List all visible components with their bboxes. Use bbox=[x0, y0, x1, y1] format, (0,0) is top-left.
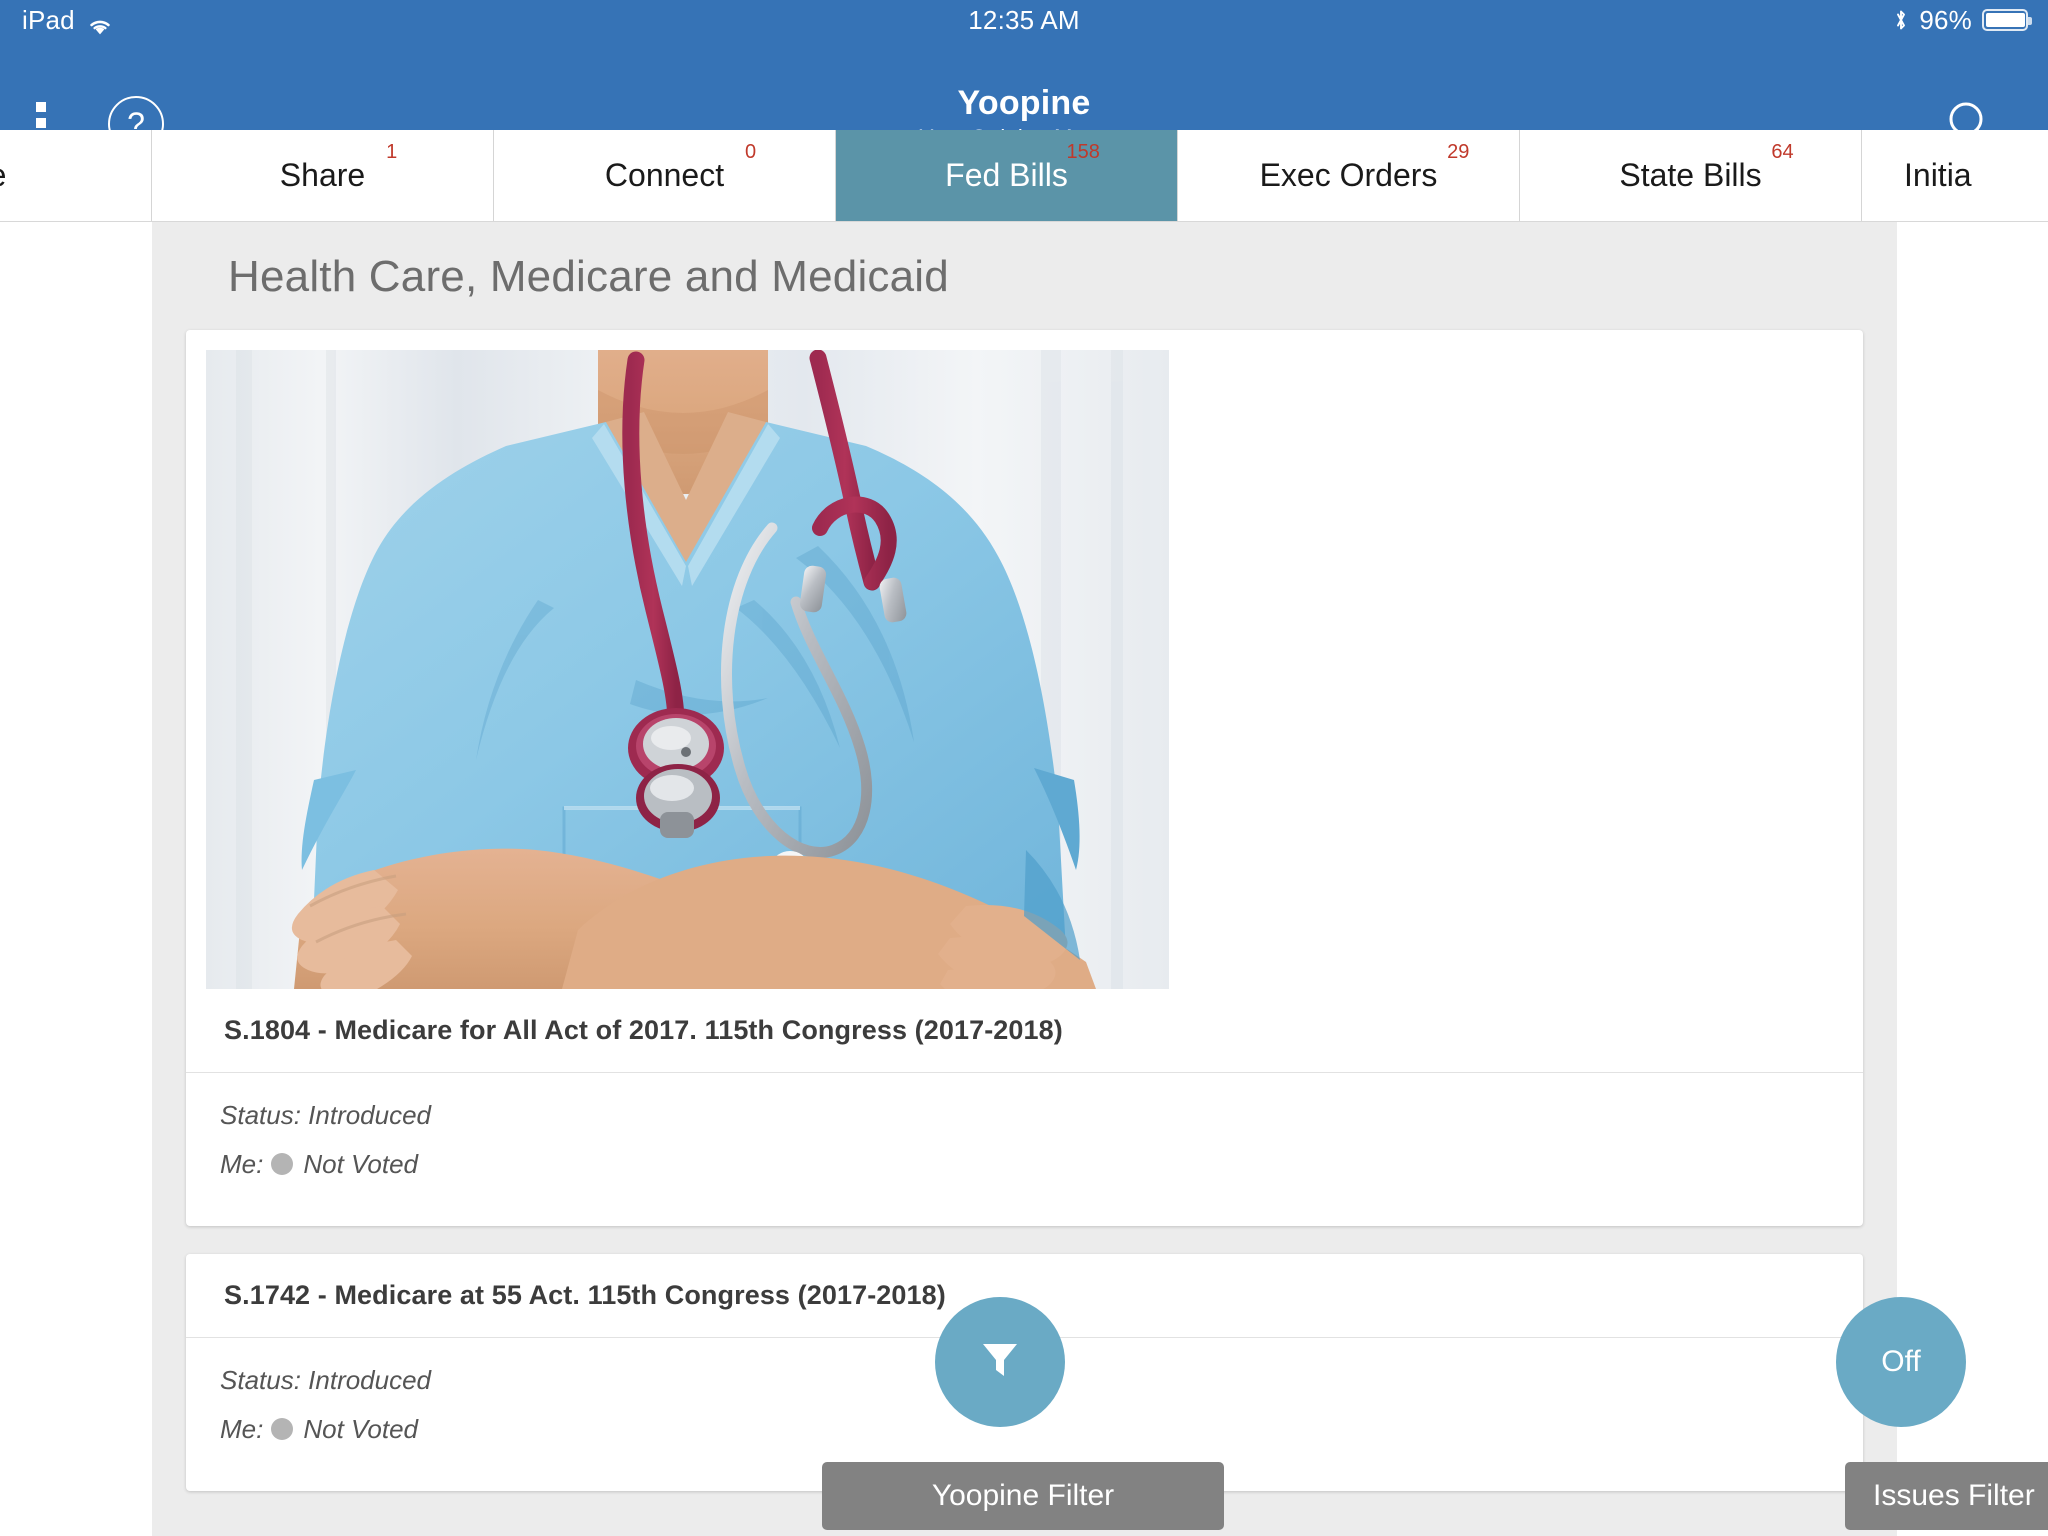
bill-photo-nurse bbox=[206, 350, 1169, 989]
tab-label-text: Initia bbox=[1904, 157, 1972, 193]
bill-status-line: Status: Introduced bbox=[220, 1099, 1863, 1132]
tab-label-text: Exec Orders bbox=[1259, 157, 1438, 193]
status-bar-clock: 12:35 AM bbox=[968, 4, 1080, 35]
yoopine-filter-label: Yoopine Filter bbox=[931, 1479, 1115, 1512]
battery-percent-label: 96% bbox=[1919, 4, 1972, 35]
tab-state-bills[interactable]: State Bills 64 bbox=[1520, 130, 1862, 221]
tab-badge-count: 29 bbox=[1447, 141, 1470, 163]
yoopine-filter-button[interactable]: Yoopine Filter bbox=[822, 1462, 1224, 1530]
bill-card[interactable]: S.1804 - Medicare for All Act of 2017. 1… bbox=[186, 330, 1863, 1226]
tab-label-text: State Bills bbox=[1619, 157, 1762, 193]
issues-filter-label: Issues Filter bbox=[1873, 1479, 2035, 1512]
tab-label-text: Fed Bills bbox=[945, 157, 1068, 193]
tab-badge-count: 0 bbox=[744, 141, 757, 163]
bill-status-text: Status: Introduced bbox=[220, 1100, 432, 1130]
vote-status-dot-icon bbox=[271, 1152, 294, 1175]
bill-vote-value: Not Voted bbox=[303, 1413, 419, 1444]
tab-home[interactable]: me bbox=[0, 130, 152, 221]
category-tab-strip[interactable]: me Share 1 Connect 0 Fed Bills 158 Exec … bbox=[0, 130, 2048, 222]
vote-status-dot-icon bbox=[271, 1417, 294, 1440]
issues-toggle-state-label: Off bbox=[1881, 1345, 1921, 1378]
tab-badge-count: 1 bbox=[386, 141, 398, 163]
tab-label-text: Connect bbox=[604, 157, 725, 193]
tab-badge-count: 64 bbox=[1771, 141, 1794, 163]
tab-label-text: me bbox=[0, 157, 6, 193]
tab-initiatives[interactable]: Initia bbox=[1862, 130, 2048, 221]
bill-vote-label: Me: bbox=[220, 1148, 264, 1179]
bill-vote-line[interactable]: Me: Not Voted bbox=[220, 1413, 1863, 1446]
page-title: Health Care, Medicare and Medicaid bbox=[228, 252, 949, 301]
tab-exec-orders[interactable]: Exec Orders 29 bbox=[1178, 130, 1520, 221]
status-bar-right: 96% bbox=[1893, 4, 2032, 36]
bill-vote-value: Not Voted bbox=[303, 1148, 419, 1179]
issues-filter-button[interactable]: Issues Filter bbox=[1845, 1462, 2048, 1530]
tab-label-text: Share bbox=[279, 157, 366, 193]
bill-photo-container bbox=[186, 330, 1863, 989]
tab-connect[interactable]: Connect 0 bbox=[494, 130, 836, 221]
bill-meta: Status: Introduced Me: Not Voted bbox=[186, 1072, 1863, 1226]
battery-icon bbox=[1982, 9, 2032, 31]
ios-status-bar: iPad 12:35 AM 96% bbox=[0, 0, 2048, 40]
bluetooth-icon bbox=[1893, 8, 1909, 32]
tab-badge-count: 158 bbox=[1066, 141, 1100, 163]
tab-fed-bills[interactable]: Fed Bills 158 bbox=[836, 130, 1178, 221]
bill-vote-label: Me: bbox=[220, 1413, 264, 1444]
app-header-bar: ? Yoopine Your Opinion Matters bbox=[0, 40, 2048, 152]
funnel-filter-icon bbox=[974, 1332, 1026, 1392]
yoopine-filter-fab[interactable] bbox=[935, 1297, 1065, 1427]
bill-status-text: Status: Introduced bbox=[220, 1365, 432, 1395]
issues-filter-toggle[interactable]: Off bbox=[1836, 1297, 1966, 1427]
app-title: Yoopine bbox=[957, 84, 1091, 122]
tab-share[interactable]: Share 1 bbox=[152, 130, 494, 221]
bill-title: S.1804 - Medicare for All Act of 2017. 1… bbox=[224, 1015, 1063, 1045]
bill-vote-line[interactable]: Me: Not Voted bbox=[220, 1148, 1863, 1181]
